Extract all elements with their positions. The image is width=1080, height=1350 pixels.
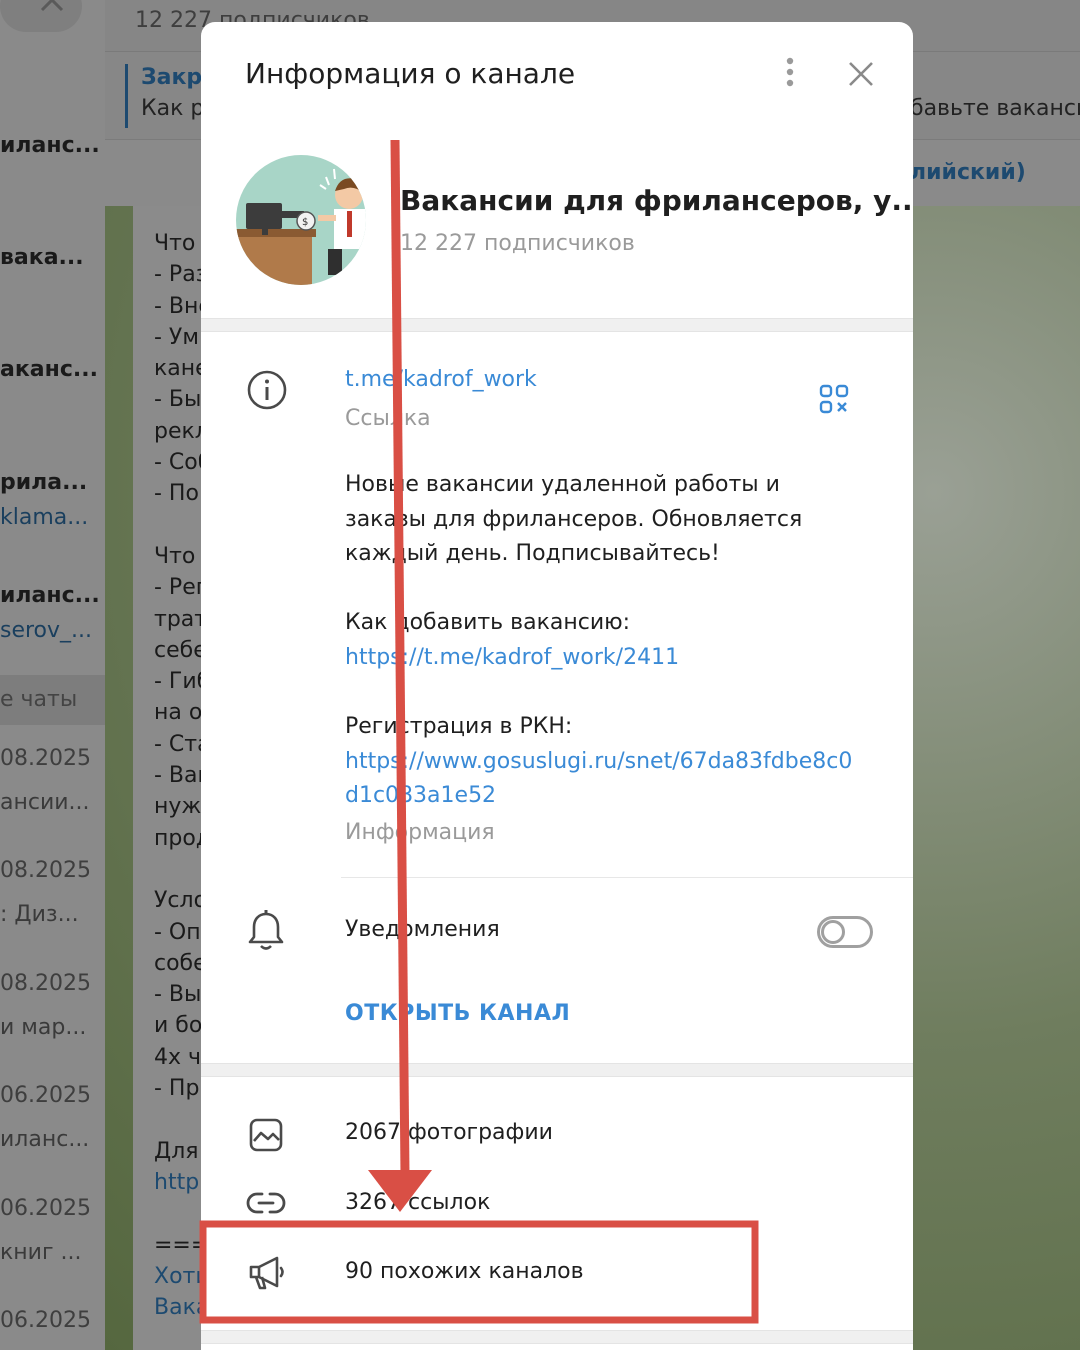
similar-channels-count: 90 похожих каналов: [345, 1259, 584, 1284]
notifications-toggle[interactable]: [817, 916, 873, 948]
channel-name: Вакансии для фрилансеров, у...: [400, 184, 913, 217]
link-icon: [246, 1192, 286, 1214]
photo-icon: [249, 1118, 283, 1152]
channel-avatar-image: $: [236, 155, 366, 285]
chat-preview: ансии...: [0, 790, 90, 815]
svg-text:$: $: [302, 217, 308, 228]
translate-language-link[interactable]: лийский): [910, 160, 1026, 185]
chat-preview: иланс...: [0, 1127, 90, 1152]
channel-description: Новые вакансии удаленной работы и заказы…: [345, 468, 885, 814]
chat-preview: klama...: [0, 505, 89, 530]
sidebar-close-button[interactable]: [0, 0, 82, 32]
rkn-registration-link-cont[interactable]: d1c083a1e52: [345, 779, 885, 814]
photos-count: 2067 фотографии: [345, 1120, 553, 1145]
open-channel-button[interactable]: ОТКРЫТЬ КАНАЛ: [345, 1001, 570, 1026]
chat-date: 08.2025: [0, 858, 91, 883]
chat-list-item[interactable]: аканс...: [0, 357, 105, 382]
chat-preview: книг ...: [0, 1240, 82, 1265]
qr-code-button[interactable]: [819, 384, 849, 414]
more-options-button[interactable]: [777, 56, 803, 90]
close-dialog-button[interactable]: [845, 58, 877, 90]
chat-group-header: е чаты: [0, 675, 105, 725]
notifications-label: Уведомления: [345, 917, 500, 942]
dialog-title: Информация о канале: [245, 57, 576, 90]
chat-date: 08.2025: [0, 746, 91, 771]
channel-link[interactable]: t.me/kadrof_work: [345, 367, 537, 392]
bell-icon: [248, 910, 284, 950]
chat-name: иланс...: [0, 133, 100, 158]
section-divider: [201, 1330, 913, 1344]
chat-list-item[interactable]: рила... klama...: [0, 470, 105, 530]
channel-avatar[interactable]: $: [236, 155, 366, 285]
section-divider: [201, 1063, 913, 1077]
megaphone-icon: [249, 1256, 284, 1290]
chat-date: 06.2025: [0, 1308, 91, 1333]
chat-preview: serov_...: [0, 618, 93, 643]
section-divider: [201, 318, 913, 332]
links-count: 3267 ссылок: [345, 1190, 491, 1215]
close-icon: [40, 0, 64, 12]
toggle-knob: [821, 920, 845, 944]
rkn-registration-link[interactable]: https://www.gosuslugi.ru/snet/67da83fdbe…: [345, 745, 885, 780]
info-icon: [247, 370, 287, 410]
close-icon: [849, 62, 873, 86]
channel-subscribers: 12 227 подписчиков: [400, 231, 635, 256]
pinned-text-right: бавьте ваканси: [910, 96, 1080, 121]
chat-name: аканс...: [0, 357, 98, 382]
more-vertical-icon: [786, 57, 794, 87]
chat-preview: : Диз...: [0, 902, 79, 927]
qr-code-icon: [819, 384, 849, 414]
pinned-text: Как р: [141, 96, 205, 121]
chat-name: рила...: [0, 470, 88, 495]
chat-date: 08.2025: [0, 971, 91, 996]
chat-date: 06.2025: [0, 1083, 91, 1108]
chat-date: 06.2025: [0, 1196, 91, 1221]
chat-preview: и мар...: [0, 1015, 87, 1040]
add-vacancy-link[interactable]: https://t.me/kadrof_work/2411: [345, 641, 885, 676]
chat-list-sidebar: иланс... вака... аканс... рила... klama.…: [0, 0, 105, 1350]
chat-name: вака...: [0, 245, 84, 270]
chat-name: иланс...: [0, 583, 100, 608]
description-label: Информация: [345, 820, 495, 845]
channel-link-label: Ссылка: [345, 406, 431, 431]
chat-list-item[interactable]: иланс... serov_...: [0, 583, 105, 643]
channel-info-dialog: Информация о канале $ Вакансии для фрила…: [201, 22, 913, 1350]
chat-list-item[interactable]: вака...: [0, 245, 105, 270]
divider-line: [341, 877, 913, 878]
chat-list-item[interactable]: иланс...: [0, 133, 105, 158]
